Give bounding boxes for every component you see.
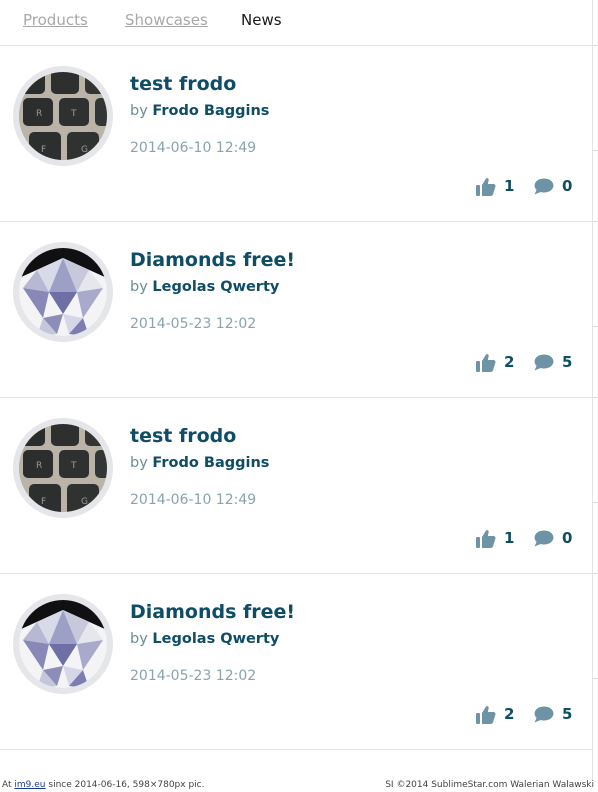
thumbs-up-icon xyxy=(476,705,496,724)
frame-tick xyxy=(593,45,598,46)
frame-tick xyxy=(593,150,598,151)
footer-since: since 2014-06-16, 598×780px pic. xyxy=(48,780,205,790)
avatar[interactable]: R T F G xyxy=(13,66,113,166)
frame-tick xyxy=(593,573,598,574)
svg-text:F: F xyxy=(41,497,46,507)
byline-prefix: by xyxy=(130,279,148,295)
frame-tick xyxy=(593,326,598,327)
byline-prefix: by xyxy=(130,455,148,471)
news-byline: by Frodo Baggins xyxy=(130,101,269,121)
news-item[interactable]: Diamonds free! by Legolas Qwerty 2014-05… xyxy=(0,222,592,398)
like-count: 2 xyxy=(504,705,515,723)
news-date: 2014-05-23 12:02 xyxy=(130,316,257,332)
frame-tick xyxy=(593,221,598,222)
diamond-photo-icon xyxy=(19,600,107,688)
news-byline: by Legolas Qwerty xyxy=(130,277,279,297)
like-count: 2 xyxy=(504,353,515,371)
news-byline: by Legolas Qwerty xyxy=(130,629,279,649)
news-author[interactable]: Legolas Qwerty xyxy=(152,279,279,295)
tab-news[interactable]: News xyxy=(241,11,282,29)
keyboard-photo-icon: R T F G xyxy=(19,424,107,512)
like-button[interactable]: 1 xyxy=(476,176,514,196)
comment-button[interactable]: 5 xyxy=(533,352,572,372)
nav-tabs: Products Showcases News xyxy=(0,0,592,46)
svg-text:G: G xyxy=(81,497,88,507)
news-date: 2014-06-10 12:49 xyxy=(130,140,257,156)
comment-button[interactable]: 0 xyxy=(533,528,572,548)
news-author[interactable]: Frodo Baggins xyxy=(152,455,269,471)
byline-prefix: by xyxy=(130,631,148,647)
keyboard-photo-icon: R T F G xyxy=(19,72,107,160)
avatar[interactable]: R T F G xyxy=(13,418,113,518)
avatar[interactable] xyxy=(13,594,113,694)
svg-text:F: F xyxy=(41,145,46,155)
avatar[interactable] xyxy=(13,242,113,342)
frame-tick xyxy=(593,502,598,503)
svg-text:T: T xyxy=(70,461,77,471)
comment-bubble-icon xyxy=(533,178,554,195)
news-title[interactable]: Diamonds free! xyxy=(130,600,295,624)
news-title[interactable]: test frodo xyxy=(130,424,236,448)
news-date: 2014-05-23 12:02 xyxy=(130,668,257,684)
news-title[interactable]: test frodo xyxy=(130,72,236,96)
like-button[interactable]: 2 xyxy=(476,352,514,372)
footer-source: At im9.eu since 2014-06-16, 598×780px pi… xyxy=(2,779,204,792)
thumbs-up-icon xyxy=(476,177,496,196)
byline-prefix: by xyxy=(130,103,148,119)
comment-button[interactable]: 0 xyxy=(533,176,572,196)
news-author[interactable]: Legolas Qwerty xyxy=(152,631,279,647)
footer-prefix: At xyxy=(2,780,12,790)
diamond-photo-icon xyxy=(19,248,107,336)
news-item[interactable]: Diamonds free! by Legolas Qwerty 2014-05… xyxy=(0,574,592,750)
comment-count: 0 xyxy=(562,529,573,547)
comment-count: 5 xyxy=(562,353,573,371)
svg-text:R: R xyxy=(36,461,42,471)
thumbs-up-icon xyxy=(476,529,496,548)
comment-count: 0 xyxy=(562,177,573,195)
like-button[interactable]: 2 xyxy=(476,704,514,724)
frame-tick xyxy=(593,678,598,679)
comment-bubble-icon xyxy=(533,706,554,723)
comment-button[interactable]: 5 xyxy=(533,704,572,724)
svg-text:T: T xyxy=(70,109,77,119)
comment-bubble-icon xyxy=(533,530,554,547)
svg-text:G: G xyxy=(81,145,88,155)
news-title[interactable]: Diamonds free! xyxy=(130,248,295,272)
tab-products[interactable]: Products xyxy=(23,11,88,29)
news-item[interactable]: R T F G test frodo by Frodo Baggins 2014… xyxy=(0,46,592,222)
frame-border xyxy=(592,0,593,780)
news-list: R T F G test frodo by Frodo Baggins 2014… xyxy=(0,46,592,750)
news-byline: by Frodo Baggins xyxy=(130,453,269,473)
image-host-footer: At im9.eu since 2014-06-16, 598×780px pi… xyxy=(0,779,598,792)
like-count: 1 xyxy=(504,177,515,195)
like-button[interactable]: 1 xyxy=(476,528,514,548)
news-author[interactable]: Frodo Baggins xyxy=(152,103,269,119)
comment-bubble-icon xyxy=(533,354,554,371)
tab-showcases[interactable]: Showcases xyxy=(125,11,208,29)
thumbs-up-icon xyxy=(476,353,496,372)
frame-tick xyxy=(593,397,598,398)
footer-credit: SI ©2014 SublimeStar.com Walerian Walaws… xyxy=(385,780,594,790)
footer-link[interactable]: im9.eu xyxy=(14,780,45,790)
news-item[interactable]: R T F G test frodo by Frodo Baggins 2014… xyxy=(0,398,592,574)
comment-count: 5 xyxy=(562,705,573,723)
like-count: 1 xyxy=(504,529,515,547)
news-date: 2014-06-10 12:49 xyxy=(130,492,257,508)
svg-text:R: R xyxy=(36,109,42,119)
